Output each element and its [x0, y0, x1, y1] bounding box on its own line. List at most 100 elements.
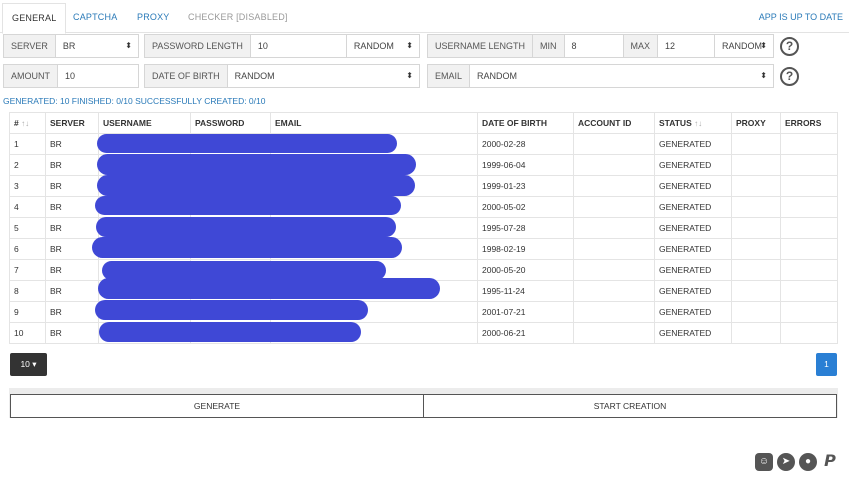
- row-date-of-birth: 1999-01-23: [477, 175, 574, 197]
- row-errors: [780, 217, 838, 239]
- tab-proxy[interactable]: PROXY: [137, 3, 170, 33]
- row-number: 6: [9, 238, 46, 260]
- amount-label: AMOUNT: [4, 65, 58, 87]
- row-account-id: [573, 238, 655, 260]
- row-proxy: [731, 280, 781, 302]
- github-icon[interactable]: ●: [799, 453, 817, 471]
- email-select[interactable]: RANDOM ⬍: [470, 65, 773, 87]
- row-proxy: [731, 217, 781, 239]
- row-number: 9: [9, 301, 46, 323]
- row-server: BR: [45, 238, 99, 260]
- server-value: BR: [62, 41, 76, 51]
- row-account-id: [573, 217, 655, 239]
- row-status: GENERATED: [654, 154, 732, 176]
- row-account-id: [573, 154, 655, 176]
- discord-icon[interactable]: ☺: [755, 453, 773, 471]
- username-min-input[interactable]: 8: [565, 35, 623, 57]
- row-date-of-birth: 2001-07-21: [477, 301, 574, 323]
- start-creation-button[interactable]: START CREATION: [423, 394, 837, 418]
- redaction-mark: [97, 154, 416, 175]
- row-account-id: [573, 301, 655, 323]
- row-number: 2: [9, 154, 46, 176]
- row-number: 10: [9, 322, 46, 344]
- row-date-of-birth: 2000-02-28: [477, 133, 574, 155]
- generate-button[interactable]: GENERATE: [10, 394, 424, 418]
- username-help-icon[interactable]: ?: [780, 37, 799, 56]
- server-select[interactable]: BR ⬍: [56, 35, 138, 57]
- email-help-icon[interactable]: ?: [780, 67, 799, 86]
- row-server: BR: [45, 154, 99, 176]
- row-date-of-birth: 1995-07-28: [477, 217, 574, 239]
- column-header-server: SERVER: [45, 112, 99, 134]
- tab-checker[interactable]: CHECKER [DISABLED]: [188, 3, 288, 33]
- paypal-icon[interactable]: 𝙋: [821, 453, 839, 471]
- column-header-status[interactable]: STATUS ↑↓: [654, 112, 732, 134]
- row-number: 5: [9, 217, 46, 239]
- redaction-mark: [95, 196, 401, 215]
- column-header-password: PASSWORD: [190, 112, 271, 134]
- row-proxy: [731, 175, 781, 197]
- row-proxy: [731, 196, 781, 218]
- row-proxy: [731, 301, 781, 323]
- row-account-id: [573, 196, 655, 218]
- app-status: APP IS UP TO DATE: [758, 12, 843, 22]
- row-account-id: [573, 259, 655, 281]
- row-errors: [780, 280, 838, 302]
- row-errors: [780, 301, 838, 323]
- column-header-account-id: ACCOUNT ID: [573, 112, 655, 134]
- row-server: BR: [45, 259, 99, 281]
- server-group: SERVER BR ⬍: [3, 34, 139, 58]
- sort-icon[interactable]: ↑↓: [21, 119, 29, 128]
- page-size-dropdown[interactable]: 10 ▾: [10, 353, 47, 376]
- date-of-birth-select[interactable]: RANDOM ⬍: [228, 65, 419, 87]
- select-caret-icon: ⬍: [406, 41, 413, 50]
- row-status: GENERATED: [654, 133, 732, 155]
- row-account-id: [573, 322, 655, 344]
- username-length-label: USERNAME LENGTH: [428, 35, 534, 57]
- redaction-mark: [96, 217, 396, 237]
- sort-icon[interactable]: ↑↓: [694, 119, 702, 128]
- column-header-username: USERNAME: [98, 112, 191, 134]
- row-proxy: [731, 154, 781, 176]
- username-length-mode-select[interactable]: RANDOM ⬍: [714, 35, 773, 57]
- date-of-birth-group: DATE OF BIRTH RANDOM ⬍: [144, 64, 420, 88]
- row-server: BR: [45, 280, 99, 302]
- password-length-mode-value: RANDOM: [353, 41, 394, 51]
- row-account-id: [573, 175, 655, 197]
- column-header-email: EMAIL: [270, 112, 478, 134]
- username-max-label: MAX: [622, 35, 659, 57]
- select-caret-icon: ⬍: [406, 71, 413, 80]
- email-label: EMAIL: [428, 65, 471, 87]
- row-date-of-birth: 2000-05-20: [477, 259, 574, 281]
- row-proxy: [731, 322, 781, 344]
- page-button-current[interactable]: 1: [816, 353, 837, 376]
- email-group: EMAIL RANDOM ⬍: [427, 64, 774, 88]
- date-of-birth-value: RANDOM: [234, 71, 275, 81]
- row-errors: [780, 238, 838, 260]
- redaction-mark: [98, 278, 440, 299]
- tab-captcha[interactable]: CAPTCHA: [73, 3, 117, 33]
- row-account-id: [573, 280, 655, 302]
- row-status: GENERATED: [654, 259, 732, 281]
- select-caret-icon: ⬍: [125, 41, 132, 50]
- username-max-input[interactable]: 12: [658, 35, 714, 57]
- row-proxy: [731, 259, 781, 281]
- row-proxy: [731, 133, 781, 155]
- row-server: BR: [45, 175, 99, 197]
- row-status: GENERATED: [654, 280, 732, 302]
- row-status: GENERATED: [654, 217, 732, 239]
- row-number: 8: [9, 280, 46, 302]
- password-length-input[interactable]: 10: [251, 35, 346, 57]
- column-header-number[interactable]: # ↑↓: [9, 112, 46, 134]
- amount-input[interactable]: 10: [58, 65, 138, 87]
- row-errors: [780, 196, 838, 218]
- password-length-mode-select[interactable]: RANDOM ⬍: [345, 35, 419, 57]
- tab-general[interactable]: GENERAL: [2, 3, 67, 34]
- telegram-icon[interactable]: ➤: [777, 453, 795, 471]
- password-length-label: PASSWORD LENGTH: [145, 35, 251, 57]
- row-errors: [780, 322, 838, 344]
- row-errors: [780, 259, 838, 281]
- server-label: SERVER: [4, 35, 56, 57]
- row-date-of-birth: 2000-06-21: [477, 322, 574, 344]
- email-value: RANDOM: [477, 71, 518, 81]
